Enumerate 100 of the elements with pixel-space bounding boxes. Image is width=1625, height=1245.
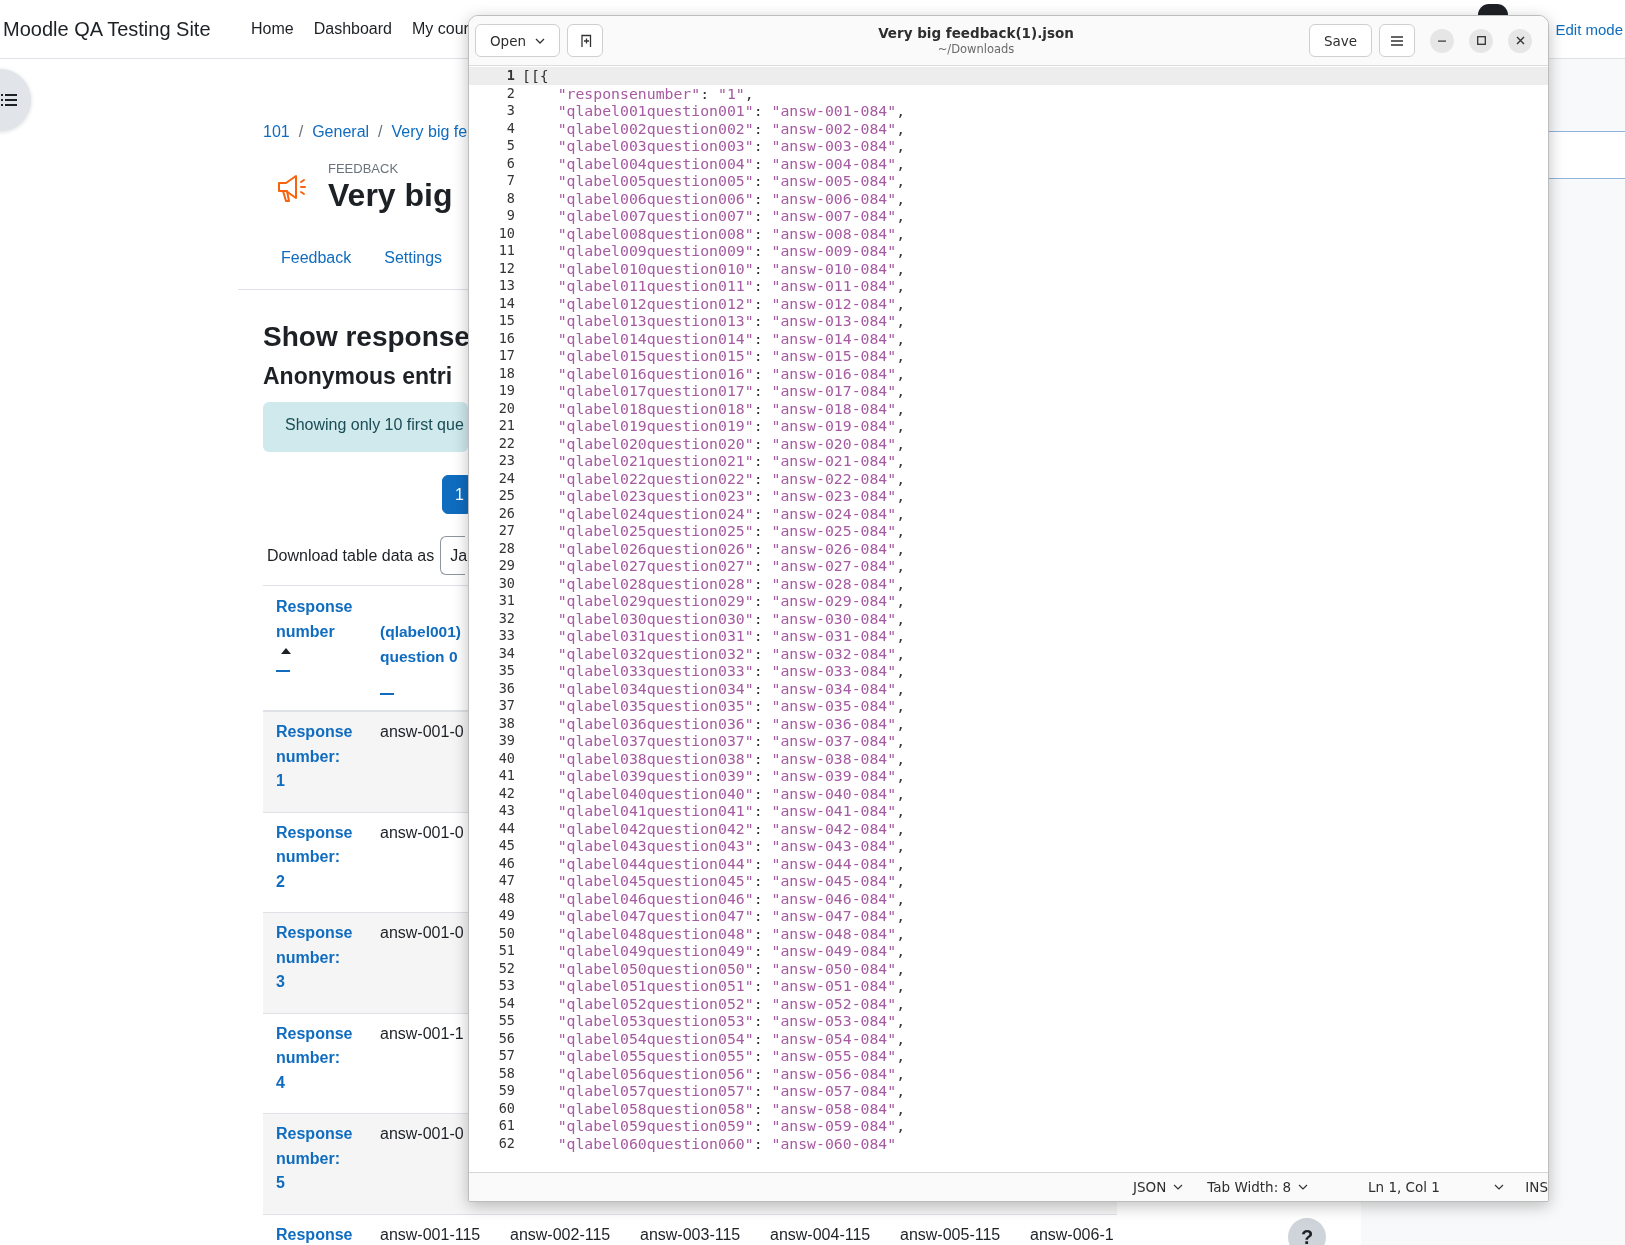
format-select[interactable]: Ja: [440, 536, 466, 575]
language-dropdown[interactable]: JSON: [1133, 1179, 1184, 1195]
line-number: 29: [497, 557, 515, 575]
code-line: "qlabel053question053": "answ-053-084",: [556, 1012, 906, 1030]
line-number: 27: [497, 522, 515, 540]
breadcrumb-link[interactable]: General: [312, 123, 370, 141]
save-button[interactable]: Save: [1309, 24, 1372, 57]
open-button[interactable]: Open: [475, 24, 560, 57]
line-number: 38: [497, 714, 515, 732]
code-line: "qlabel031question031": "answ-031-084",: [556, 627, 906, 645]
nav-link[interactable]: My cour: [411, 20, 469, 38]
line-number: 13: [497, 277, 515, 295]
site-name[interactable]: Moodle QA Testing Site: [3, 17, 251, 41]
help-button[interactable]: ?: [1288, 1218, 1326, 1245]
code-line: "qlabel016question016": "answ-016-084",: [556, 364, 906, 382]
line-number: 40: [497, 749, 515, 767]
code-line: "qlabel005question005": "answ-005-084",: [556, 172, 906, 190]
line-number: 28: [497, 539, 515, 557]
breadcrumb-link[interactable]: 101: [263, 123, 290, 141]
code-line: "qlabel042question042": "answ-042-084",: [556, 819, 906, 837]
code-line: "qlabel051question051": "answ-051-084",: [556, 977, 906, 995]
response-number-link[interactable]: Response number: 1: [276, 720, 353, 794]
code-line: "qlabel022question022": "answ-022-084",: [556, 469, 906, 487]
download-label: Download table data as: [267, 546, 435, 565]
close-icon: [1515, 36, 1525, 45]
table-cell: answ-004-115: [770, 1225, 871, 1243]
code-line: "qlabel028question028": "answ-028-084",: [556, 574, 906, 592]
response-number-link[interactable]: Response number: 3: [276, 921, 353, 995]
page-button[interactable]: 1: [442, 475, 468, 514]
megaphone-icon: [276, 172, 308, 203]
response-number-link[interactable]: Response number: 2: [276, 820, 353, 894]
code-line: "qlabel060question060": "answ-060-084": [556, 1134, 897, 1152]
code-line: "qlabel059question059": "answ-059-084",: [556, 1117, 906, 1135]
line-number: 2: [505, 84, 515, 102]
table-cell: answ-003-115: [640, 1225, 741, 1243]
close-button[interactable]: [1508, 28, 1532, 53]
line-number: 56: [497, 1029, 515, 1047]
column-header[interactable]: Response number: [276, 594, 376, 644]
code-line: "qlabel024question024": "answ-024-084",: [556, 504, 906, 522]
code-line: "qlabel017question017": "answ-017-084",: [556, 382, 906, 400]
new-tab-button[interactable]: [567, 24, 603, 57]
code-line: "qlabel002question002": "answ-002-084",: [556, 119, 906, 137]
table-cell: answ-001-1: [380, 1024, 464, 1042]
code-line: "qlabel057question057": "answ-057-084",: [556, 1082, 906, 1100]
response-number-link[interactable]: Response: [276, 1222, 353, 1245]
line-number: 30: [497, 574, 515, 592]
response-number-link[interactable]: Response number: 4: [276, 1021, 353, 1095]
code-line: "qlabel009question009": "answ-009-084",: [556, 242, 906, 260]
list-icon: [1, 93, 17, 107]
code-line: "qlabel052question052": "answ-052-084",: [556, 994, 906, 1012]
table-cell: answ-001-0: [380, 1125, 464, 1142]
line-number: 47: [497, 872, 515, 890]
code-line: "qlabel050question050": "answ-050-084",: [556, 959, 906, 977]
tab-width-dropdown[interactable]: Tab Width: 8: [1207, 1179, 1309, 1195]
nav-link[interactable]: Dashboard: [313, 20, 392, 38]
table-cell: answ-005-115: [900, 1225, 1001, 1243]
minimize-button[interactable]: [1430, 28, 1454, 53]
code-line: "qlabel036question036": "answ-036-084",: [556, 714, 906, 732]
code-line: "qlabel029question029": "answ-029-084",: [556, 592, 906, 610]
code-line: "qlabel032question032": "answ-032-084",: [556, 644, 906, 662]
line-number: 17: [497, 347, 515, 365]
tab[interactable]: Feedback: [281, 249, 352, 269]
breadcrumb-separator: /: [378, 123, 383, 141]
code-line: "qlabel047question047": "answ-047-084",: [556, 907, 906, 925]
code-line: "qlabel041question041": "answ-041-084",: [556, 802, 906, 820]
response-number-link[interactable]: Response number: 5: [276, 1122, 353, 1196]
edit-mode-label[interactable]: Edit mode: [1555, 20, 1623, 38]
code-line: "qlabel013question013": "answ-013-084",: [556, 312, 906, 330]
line-number: 59: [497, 1082, 515, 1100]
table-cell: answ-001-0: [380, 723, 464, 740]
code-line: "qlabel043question043": "answ-043-084",: [556, 837, 906, 855]
line-number: 23: [497, 452, 515, 470]
line-number: 33: [497, 627, 515, 645]
line-number: 34: [497, 644, 515, 662]
code-line: "qlabel012question012": "answ-012-084",: [556, 294, 906, 312]
line-number: 44: [497, 819, 515, 837]
nav-link[interactable]: Home: [251, 20, 294, 38]
code-line: "qlabel055question055": "answ-055-084",: [556, 1047, 906, 1065]
line-number: 45: [497, 837, 515, 855]
code-line: "qlabel045question045": "answ-045-084",: [556, 872, 906, 890]
column-header[interactable]: (qlabel001) question 0: [380, 619, 468, 669]
breadcrumb-link[interactable]: Very big fe: [391, 123, 468, 141]
window-subtitle: ~/Downloads: [937, 41, 1015, 57]
breadcrumb-separator: /: [298, 123, 304, 141]
code-line: "qlabel027question027": "answ-027-084",: [556, 557, 906, 575]
menu-button[interactable]: [1379, 24, 1415, 57]
line-number: 39: [497, 732, 515, 750]
line-number: 49: [497, 907, 515, 925]
code-line: "qlabel026question026": "answ-026-084",: [556, 539, 906, 557]
code-line: "qlabel008question008": "answ-008-084",: [556, 224, 906, 242]
line-number: 58: [497, 1064, 515, 1082]
tab[interactable]: Settings: [384, 249, 443, 269]
maximize-button[interactable]: [1469, 28, 1493, 53]
cursor-position-dropdown[interactable]: Ln 1, Col 1: [1368, 1179, 1505, 1195]
line-number: 37: [497, 697, 515, 715]
line-number: 32: [497, 609, 515, 627]
code-line: "qlabel020question020": "answ-020-084",: [556, 434, 906, 452]
section-heading: Show response: [263, 321, 470, 353]
line-number: 8: [505, 189, 515, 207]
info-alert: Showing only 10 first que: [263, 402, 468, 452]
